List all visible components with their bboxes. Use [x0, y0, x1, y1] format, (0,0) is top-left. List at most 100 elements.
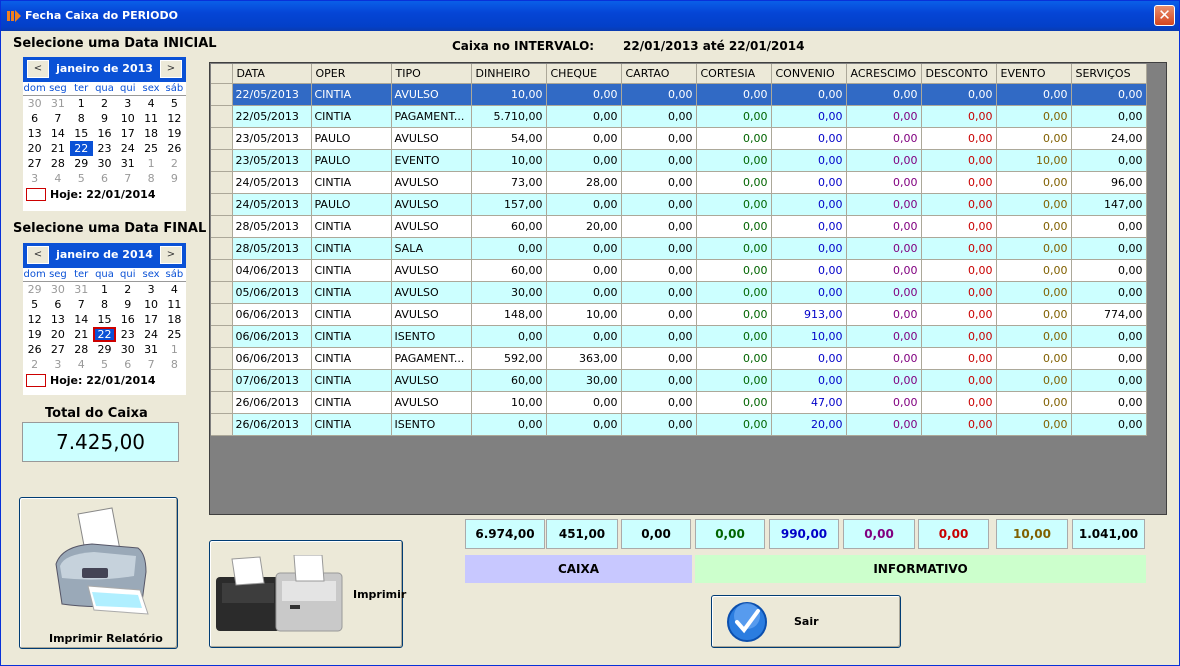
table-cell[interactable]: 0,00 — [621, 391, 697, 414]
table-cell[interactable]: 157,00 — [471, 193, 547, 216]
table-cell[interactable]: 0,00 — [921, 171, 997, 194]
table-row[interactable]: 06/06/2013 CINTIA PAGAMENT... 592,00 363,00 0… — [211, 347, 1147, 370]
table-cell[interactable]: 0,00 — [621, 325, 697, 348]
column-header[interactable]: SERVIÇOS — [1071, 64, 1147, 84]
print-button[interactable]: Imprimir — [209, 540, 406, 648]
table-cell[interactable]: 0,00 — [996, 303, 1072, 326]
table-cell[interactable]: 148,00 — [471, 303, 547, 326]
end-day[interactable]: 8 — [93, 297, 116, 312]
table-row[interactable]: 24/05/2013 CINTIA AVULSO 73,00 28,00 0,00 0,00… — [211, 171, 1147, 194]
table-cell[interactable]: 0,00 — [921, 281, 997, 304]
table-cell[interactable]: 0,00 — [621, 413, 697, 436]
row-indicator[interactable] — [211, 369, 233, 392]
table-cell[interactable]: 147,00 — [1071, 193, 1147, 216]
table-cell[interactable]: 0,00 — [1071, 347, 1147, 370]
table-row[interactable]: 06/06/2013 CINTIA AVULSO 148,00 10,00 0,00 0,0… — [211, 303, 1147, 326]
table-cell[interactable]: 592,00 — [471, 347, 547, 370]
table-cell[interactable]: 0,00 — [771, 369, 847, 392]
column-header[interactable]: TIPO — [391, 64, 472, 84]
table-cell[interactable]: 0,00 — [621, 303, 697, 326]
table-cell[interactable]: 913,00 — [771, 303, 847, 326]
table-cell[interactable]: 0,00 — [846, 149, 922, 172]
table-cell[interactable]: 23/05/2013 — [232, 149, 312, 172]
end-day[interactable]: 3 — [46, 357, 69, 372]
table-cell[interactable]: 10,00 — [471, 391, 547, 414]
start-days-grid[interactable]: 30 31 1 2 3 4 5 6 7 8 9 10 11 12 13 14 15 16 17 18 19 20 21 22 2… — [23, 96, 186, 186]
table-cell[interactable]: 0,00 — [996, 105, 1072, 128]
table-cell[interactable]: 0,00 — [546, 259, 622, 282]
table-cell[interactable]: PAULO — [311, 149, 392, 172]
row-indicator[interactable] — [211, 149, 233, 172]
start-day[interactable]: 28 — [46, 156, 69, 171]
table-cell[interactable]: 0,00 — [996, 369, 1072, 392]
table-cell[interactable]: AVULSO — [391, 391, 472, 414]
table-cell[interactable]: 0,00 — [1071, 237, 1147, 260]
table-cell[interactable]: 0,00 — [771, 281, 847, 304]
end-day[interactable]: 11 — [163, 297, 186, 312]
table-cell[interactable]: 0,00 — [921, 325, 997, 348]
start-day[interactable]: 19 — [163, 126, 186, 141]
end-day[interactable]: 16 — [116, 312, 139, 327]
row-indicator[interactable] — [211, 193, 233, 216]
table-cell[interactable]: 0,00 — [696, 127, 772, 150]
table-cell[interactable]: 0,00 — [996, 325, 1072, 348]
table-cell[interactable]: 10,00 — [471, 149, 547, 172]
end-day[interactable]: 22 — [92, 327, 117, 342]
table-cell[interactable]: 10,00 — [471, 83, 547, 106]
end-calendar[interactable]: < janeiro de 2014 > dom seg ter qua qui sex sá… — [23, 243, 186, 395]
end-day[interactable]: 7 — [139, 357, 162, 372]
table-cell[interactable]: 0,00 — [546, 391, 622, 414]
table-cell[interactable]: 0,00 — [696, 325, 772, 348]
start-day[interactable]: 30 — [93, 156, 116, 171]
table-cell[interactable]: 0,00 — [546, 149, 622, 172]
table-row[interactable]: 23/05/2013 PAULO AVULSO 54,00 0,00 0,00 0,00 0,… — [211, 127, 1147, 150]
table-cell[interactable]: 24/05/2013 — [232, 193, 312, 216]
table-cell[interactable]: 20,00 — [771, 413, 847, 436]
start-next-month-button[interactable]: > — [160, 60, 182, 78]
table-cell[interactable]: CINTIA — [311, 215, 392, 238]
table-cell[interactable]: 774,00 — [1071, 303, 1147, 326]
start-day[interactable]: 5 — [163, 96, 186, 111]
end-day[interactable]: 2 — [23, 357, 46, 372]
table-cell[interactable]: 0,00 — [621, 171, 697, 194]
table-cell[interactable]: 0,00 — [771, 171, 847, 194]
end-day[interactable]: 9 — [116, 297, 139, 312]
table-cell[interactable]: 0,00 — [846, 215, 922, 238]
end-day[interactable]: 30 — [46, 282, 69, 297]
row-indicator[interactable] — [211, 391, 233, 414]
end-days-grid[interactable]: 29 30 31 1 2 3 4 5 6 7 8 9 10 11 12 13 14 15 16 17 18 19 20 21 2… — [23, 282, 186, 372]
start-day[interactable]: 6 — [23, 111, 46, 126]
row-indicator[interactable] — [211, 127, 233, 150]
table-cell[interactable]: 0,00 — [921, 83, 997, 106]
end-day[interactable]: 25 — [163, 327, 186, 342]
end-day[interactable]: 1 — [163, 342, 186, 357]
table-row[interactable]: 28/05/2013 CINTIA AVULSO 60,00 20,00 0,00 0,00… — [211, 215, 1147, 238]
end-day[interactable]: 5 — [23, 297, 46, 312]
table-cell[interactable]: 0,00 — [696, 413, 772, 436]
table-cell[interactable]: 0,00 — [771, 127, 847, 150]
start-day[interactable]: 5 — [70, 171, 93, 186]
table-cell[interactable]: AVULSO — [391, 83, 472, 106]
close-button[interactable]: ✕ — [1154, 5, 1175, 26]
table-cell[interactable]: CINTIA — [311, 369, 392, 392]
row-indicator[interactable] — [211, 259, 233, 282]
start-prev-month-button[interactable]: < — [27, 60, 49, 78]
table-cell[interactable]: 06/06/2013 — [232, 303, 312, 326]
table-cell[interactable]: 0,00 — [696, 171, 772, 194]
start-day[interactable]: 25 — [139, 141, 162, 156]
table-cell[interactable]: 0,00 — [1071, 391, 1147, 414]
table-cell[interactable]: PAGAMENT... — [391, 347, 472, 370]
end-day[interactable]: 19 — [23, 327, 46, 342]
table-cell[interactable]: PAULO — [311, 193, 392, 216]
row-indicator[interactable] — [211, 83, 233, 106]
table-cell[interactable]: 0,00 — [921, 369, 997, 392]
table-cell[interactable]: 0,00 — [621, 193, 697, 216]
exit-button[interactable]: Sair — [711, 595, 901, 648]
table-cell[interactable]: 363,00 — [546, 347, 622, 370]
table-cell[interactable]: AVULSO — [391, 303, 472, 326]
end-day[interactable]: 12 — [23, 312, 46, 327]
row-indicator[interactable] — [211, 215, 233, 238]
start-day[interactable]: 30 — [23, 96, 46, 111]
cash-grid[interactable]: DATA OPER TIPO DINHEIRO CHEQUE CARTAO CORTESIA… — [209, 62, 1167, 515]
end-day[interactable]: 29 — [23, 282, 46, 297]
